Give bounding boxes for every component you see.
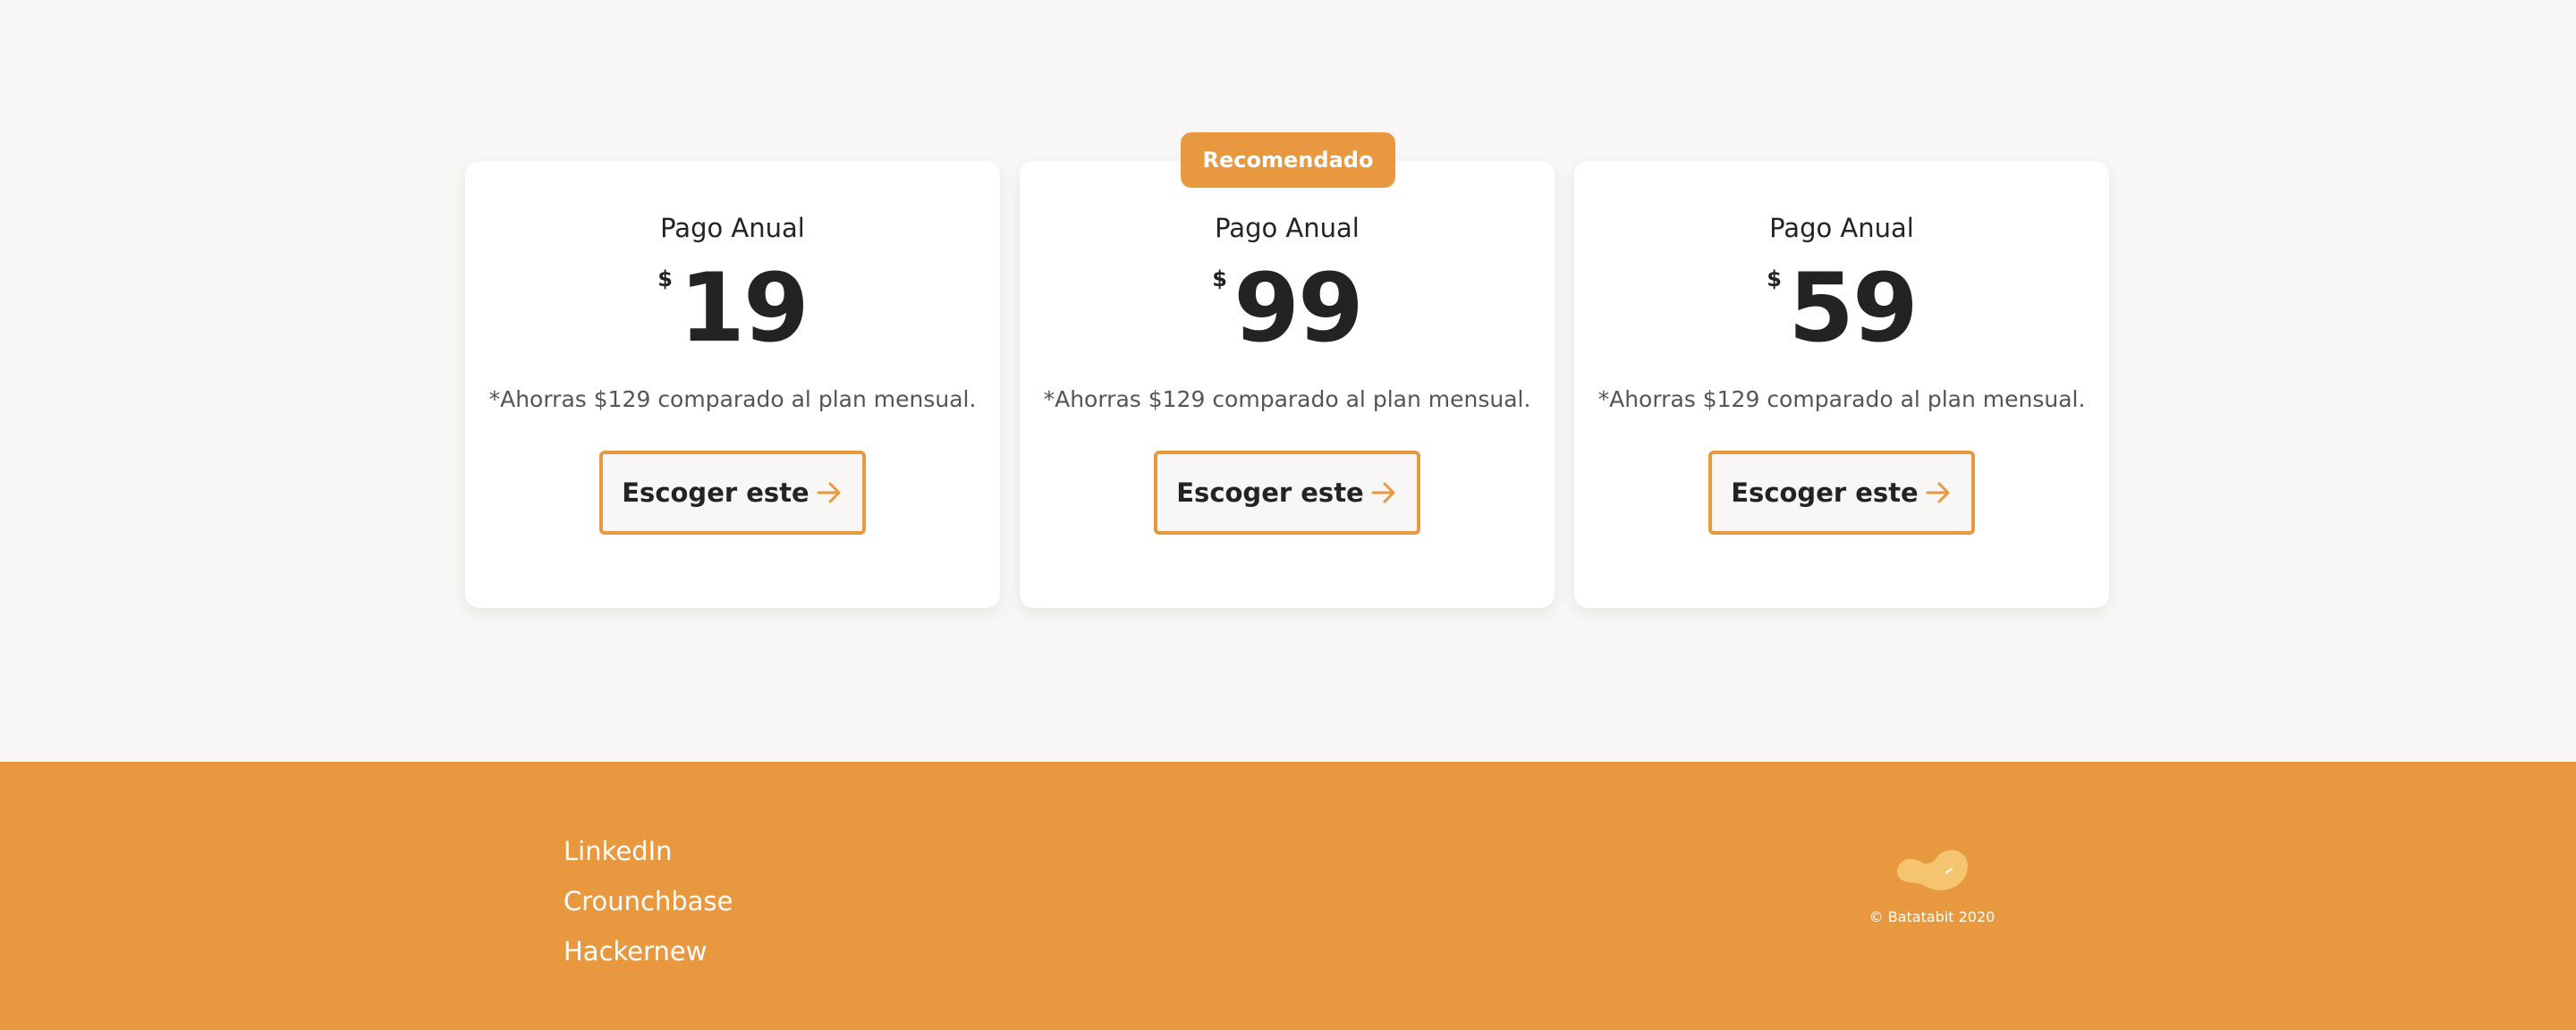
plan-title: Pago Anual	[1769, 213, 1914, 243]
copyright-text: © Batatabit 2020	[1868, 908, 1996, 925]
batatabit-logo-icon	[1896, 849, 1968, 891]
footer: LinkedIn Crounchbase Hackernew © Batatab…	[0, 762, 2576, 1030]
footer-brand: © Batatabit 2020	[1860, 844, 2004, 925]
footer-link-linkedin[interactable]: LinkedIn	[564, 826, 733, 876]
plan-price: $ 99	[1020, 259, 1555, 358]
choose-plan-button[interactable]: Escoger este	[599, 451, 866, 535]
arrow-right-icon	[817, 482, 841, 503]
price-currency: $	[1212, 266, 1227, 291]
price-amount: 59	[1788, 253, 1919, 363]
plan-price: $ 19	[465, 259, 1000, 358]
plan-title: Pago Anual	[660, 213, 805, 243]
pricing-section: Pago Anual $ 19 *Ahorras $129 comparado …	[0, 0, 2576, 762]
plan-savings-note: *Ahorras $129 comparado al plan mensual.	[1597, 386, 2086, 412]
plan-card-annual-99: Recomendado Pago Anual $ 99 *Ahorras $12…	[1020, 132, 1555, 608]
arrow-right-icon	[1926, 482, 1950, 503]
plan-price: $ 59	[1574, 259, 2109, 358]
plan-title: Pago Anual	[1215, 213, 1360, 243]
price-currency: $	[1767, 266, 1782, 291]
choose-plan-button-label: Escoger este	[1176, 477, 1364, 508]
footer-links: LinkedIn Crounchbase Hackernew	[564, 826, 733, 976]
choose-plan-button[interactable]: Escoger este	[1708, 451, 1975, 535]
choose-plan-button-label: Escoger este	[1731, 477, 1919, 508]
choose-plan-button-label: Escoger este	[622, 477, 809, 508]
plan-card-annual-19: Pago Anual $ 19 *Ahorras $129 comparado …	[465, 161, 1000, 608]
price-currency: $	[657, 266, 673, 291]
footer-link-hackernews[interactable]: Hackernew	[564, 926, 733, 976]
recommended-badge: Recomendado	[1181, 132, 1395, 188]
price-amount: 99	[1233, 253, 1364, 363]
choose-plan-button[interactable]: Escoger este	[1154, 451, 1420, 535]
footer-link-crunchbase[interactable]: Crounchbase	[564, 876, 733, 926]
price-amount: 19	[679, 253, 809, 363]
plan-savings-note: *Ahorras $129 comparado al plan mensual.	[1043, 386, 1531, 412]
page: Pago Anual $ 19 *Ahorras $129 comparado …	[0, 0, 2576, 1030]
plan-savings-note: *Ahorras $129 comparado al plan mensual.	[488, 386, 977, 412]
plan-card-annual-59: Pago Anual $ 59 *Ahorras $129 comparado …	[1574, 161, 2109, 608]
arrow-right-icon	[1371, 482, 1395, 503]
